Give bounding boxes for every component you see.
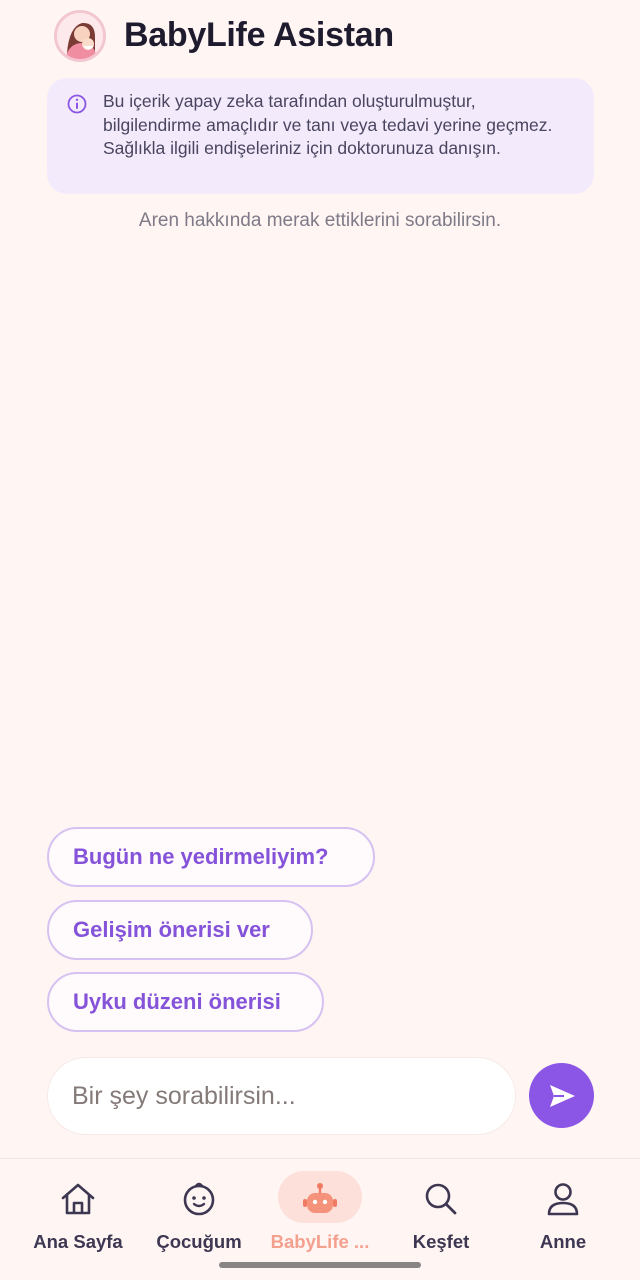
empty-chat-hint: Aren hakkında merak ettiklerini sorabili… [138, 210, 502, 231]
nav-item-child[interactable]: Çocuğum [135, 1159, 263, 1259]
nav-item-explore[interactable]: Keşfet [377, 1159, 505, 1259]
home-icon [61, 1183, 95, 1215]
nav-label-mother: Anne [539, 1231, 587, 1252]
baby-face-icon [183, 1182, 215, 1216]
app-title: BabyLife Asistan [124, 16, 394, 54]
nav-item-assistant[interactable]: BabyLife ... [256, 1159, 384, 1259]
nav-label-explore: Keşfet [412, 1231, 470, 1252]
suggestion-chip-development[interactable]: Gelişim önerisi ver [47, 900, 313, 960]
person-icon [547, 1183, 579, 1216]
nav-item-mother[interactable]: Anne [499, 1159, 627, 1259]
chat-input-container [47, 1057, 516, 1135]
nav-label-child: Çocuğum [156, 1231, 242, 1252]
search-icon [425, 1183, 457, 1215]
app-header: BabyLife Asistan [0, 0, 640, 76]
home-indicator[interactable] [219, 1262, 421, 1268]
send-button[interactable] [529, 1063, 594, 1128]
info-icon [67, 94, 87, 114]
suggestion-chip-sleep[interactable]: Uyku düzeni önerisi [47, 972, 324, 1032]
ai-disclaimer-banner: Bu içerik yapay zeka tarafından oluşturu… [47, 78, 594, 194]
chat-input[interactable] [48, 1058, 515, 1134]
nav-item-home[interactable]: Ana Sayfa [14, 1159, 142, 1259]
robot-icon [303, 1183, 337, 1213]
disclaimer-text: Bu içerik yapay zeka tarafından oluşturu… [103, 91, 553, 158]
send-icon [549, 1084, 575, 1107]
nav-label-assistant: BabyLife ... [270, 1231, 370, 1252]
nav-label-home: Ana Sayfa [33, 1231, 123, 1252]
suggestion-chip-feeding[interactable]: Bugün ne yedirmeliyim? [47, 827, 375, 887]
mother-baby-avatar-icon [54, 10, 106, 62]
